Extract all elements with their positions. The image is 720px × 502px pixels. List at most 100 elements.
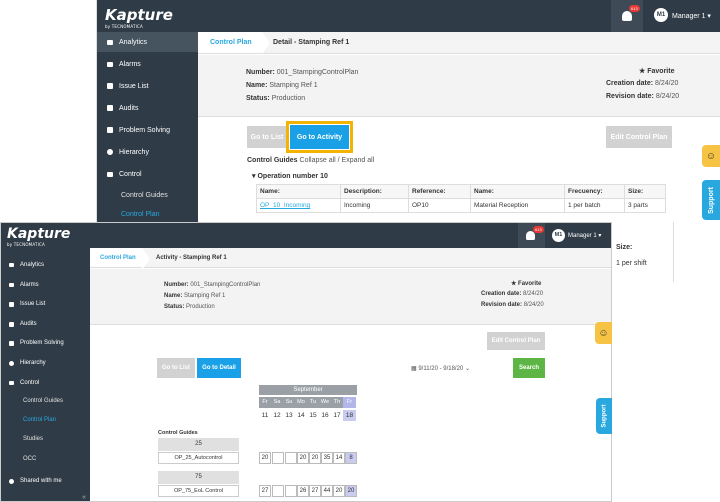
operation-header[interactable]: ▾ Operation number 10 [252, 172, 328, 180]
sidebar-item-problem-solving[interactable]: Problem Solving [1, 334, 90, 352]
col-description: Description: [340, 184, 409, 199]
activity-cell[interactable]: 44 [321, 485, 333, 497]
activity-cell[interactable]: 20 [345, 485, 357, 497]
calendar-day[interactable]: 13 [283, 410, 295, 421]
sidebar-sub-studies[interactable]: Studies [23, 436, 43, 442]
calendar-day[interactable]: 16 [319, 410, 331, 421]
activity-cell[interactable]: 26 [297, 485, 309, 497]
calendar-day-name: Th [331, 397, 343, 408]
col-name-2: Name: [470, 184, 565, 199]
notifications-button[interactable]: 613 [518, 223, 545, 248]
sidebar-item-problem-solving[interactable]: Problem Solving [97, 120, 198, 140]
sidebar-sub-control-guides[interactable]: Control Guides [121, 192, 168, 199]
sidebar-sub-control-plan[interactable]: Control Plan [121, 211, 160, 218]
calendar-day[interactable]: 11 [259, 410, 271, 421]
sidebar-item-shared[interactable]: Shared with me [1, 472, 90, 490]
calendar-day-name: Mo [295, 397, 307, 408]
edit-control-plan-button[interactable]: Edit Control Plan [606, 126, 672, 148]
calendar-day[interactable]: 17 [331, 410, 343, 421]
favorite-toggle[interactable]: ★ Favorite [511, 280, 541, 287]
kapture-logo: Kapture by TECNOMATICA [7, 226, 71, 247]
sidebar-sub-control-plan[interactable]: Control Plan [23, 417, 56, 423]
calendar-day[interactable]: 12 [271, 410, 283, 421]
search-button[interactable]: Search [513, 358, 545, 378]
edit-control-plan-button[interactable]: Edit Control Plan [487, 332, 545, 350]
top-bar: Kapture by TECNOMATICA 613 M1 Manager 1 ▾ [1, 223, 611, 248]
sidebar-item-issue-list[interactable]: Issue List [97, 76, 198, 96]
activity-cell[interactable]: 20 [309, 452, 321, 464]
sidebar-item-alarms[interactable]: Alarms [97, 54, 198, 74]
activity-cell[interactable]: 14 [333, 452, 345, 464]
warning-icon [9, 283, 14, 287]
sidebar-sub-control-guides[interactable]: Control Guides [23, 398, 63, 404]
activity-cell[interactable]: 27 [259, 485, 271, 497]
sidebar-item-analytics[interactable]: Analytics [97, 32, 198, 52]
sidebar-item-analytics[interactable]: Analytics [1, 256, 90, 274]
activity-cell[interactable]: 35 [321, 452, 333, 464]
revision-line: Revision date: 8/24/20 [481, 302, 544, 308]
sidebar-item-control[interactable]: Control [1, 374, 90, 392]
calendar-day-name: Tu [307, 397, 319, 408]
favorite-toggle[interactable]: ★ Favorite [639, 67, 674, 75]
avatar[interactable]: M1 [654, 8, 668, 22]
feedback-smiley-back[interactable]: ☺ [702, 145, 720, 167]
activity-cell[interactable]: 20 [333, 485, 345, 497]
calendar-day[interactable]: 18 [343, 410, 356, 421]
breadcrumb: Control Plan Activity - Stamping Ref 1 [90, 248, 611, 270]
activity-cell[interactable]: 8 [345, 452, 357, 464]
feedback-smiley-front[interactable]: ☺ [595, 322, 612, 344]
support-tab-back[interactable]: Support [702, 180, 720, 220]
sidebar-item-control[interactable]: Control [97, 164, 198, 184]
peek-size: Size: [616, 244, 633, 251]
date-range-picker[interactable]: ▦ 9/11/20 - 9/18/20 ⌄ [411, 365, 470, 372]
breadcrumb-control-plan[interactable]: Control Plan [198, 32, 270, 54]
breadcrumb-control-plan[interactable]: Control Plan [90, 248, 150, 270]
collapse-sidebar-button[interactable]: « [82, 494, 86, 501]
list-icon [9, 301, 14, 307]
sidebar-item-audits[interactable]: Audits [1, 315, 90, 333]
sidebar-item-hierarchy[interactable]: Hierarchy [1, 354, 90, 372]
sidebar-item-audits[interactable]: Audits [97, 98, 198, 118]
table-cell: Material Reception [470, 198, 565, 213]
go-to-detail-button[interactable]: Go to Detail [197, 358, 241, 378]
user-menu[interactable]: Manager 1 ▾ [568, 232, 601, 239]
guide-link[interactable]: OP_10_Incoming [260, 202, 310, 209]
breadcrumb-current: Activity - Stamping Ref 1 [156, 254, 227, 261]
status-line: Status: Production [164, 304, 215, 310]
sidebar-item-hierarchy[interactable]: Hierarchy [97, 142, 198, 162]
breadcrumb: Control Plan Detail - Stamping Ref 1 [198, 32, 720, 54]
activity-cell[interactable]: 20 [297, 452, 309, 464]
creation-line: Creation date: 8/24/20 [481, 291, 544, 297]
activity-cell[interactable] [272, 452, 284, 464]
support-tab-front[interactable]: Support [596, 398, 612, 434]
guide-count: 75 [158, 471, 239, 484]
notifications-button[interactable]: 613 [611, 0, 643, 32]
list-icon [107, 83, 113, 89]
checkbox-icon [107, 127, 113, 133]
name-line: Name: Stamping Ref 1 [164, 293, 226, 299]
guide-name[interactable]: OP_75_EoL Control [158, 485, 239, 497]
sidebar-item-alarms[interactable]: Alarms [1, 276, 90, 294]
activity-cell[interactable] [285, 485, 297, 497]
sidebar-item-issue-list[interactable]: Issue List [1, 295, 90, 313]
guide-name[interactable]: OP_25_Autocontrol [158, 452, 239, 464]
audit-icon [9, 321, 14, 327]
table-cell: OP10 [408, 198, 471, 213]
avatar[interactable]: M1 [552, 229, 565, 242]
activity-cell[interactable] [285, 452, 297, 464]
go-to-list-button[interactable]: Go to List [157, 358, 195, 378]
go-to-activity-button[interactable]: Go to Activity [290, 125, 349, 149]
calendar-day[interactable]: 14 [295, 410, 307, 421]
back-peek: Size: 1 per shift [611, 222, 674, 282]
go-to-list-button[interactable]: Go to List [247, 126, 287, 148]
activity-cell[interactable]: 20 [259, 452, 271, 464]
breadcrumb-current: Detail - Stamping Ref 1 [273, 39, 350, 46]
share-icon [9, 478, 14, 484]
user-menu[interactable]: Manager 1 ▾ [672, 12, 711, 20]
sidebar-sub-occ[interactable]: OCC [23, 456, 36, 462]
table-cell: 1 per batch [564, 198, 625, 213]
activity-cell[interactable] [272, 485, 284, 497]
calendar-day[interactable]: 15 [307, 410, 319, 421]
activity-cell[interactable]: 27 [309, 485, 321, 497]
notification-badge: 613 [533, 226, 544, 233]
